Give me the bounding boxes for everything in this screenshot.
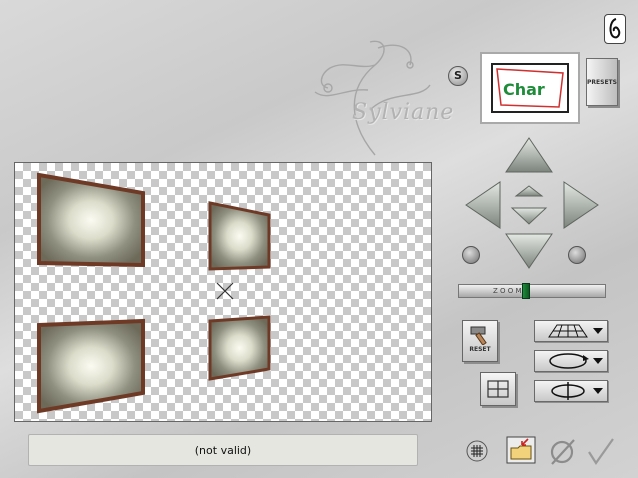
rotate-mode-button[interactable] xyxy=(534,350,608,372)
arrow-right-icon[interactable] xyxy=(560,180,600,230)
dropdown-arrow-icon xyxy=(593,358,603,364)
preview-label: Char xyxy=(503,80,545,99)
signature-text: Sylviane xyxy=(352,100,455,125)
tile-top-left xyxy=(37,172,145,268)
preset-preview: Char xyxy=(491,63,569,113)
fit-frame-button[interactable] xyxy=(480,372,516,406)
reset-button[interactable]: RESET xyxy=(462,320,498,362)
dropdown-arrow-icon xyxy=(593,328,603,334)
hammer-icon xyxy=(470,326,487,345)
perspective-mode-button[interactable] xyxy=(534,320,608,342)
preview-canvas[interactable] xyxy=(14,162,432,422)
rotate-left-dial-icon[interactable] xyxy=(462,246,480,264)
filter-dialog: Sylviane S Char PRESETS Z O O M RESET (n… xyxy=(0,0,638,478)
dropdown-arrow-icon xyxy=(593,388,603,394)
arrow-down-icon[interactable] xyxy=(504,230,554,270)
s-badge[interactable]: S xyxy=(448,66,468,86)
flip-mode-button[interactable] xyxy=(534,380,608,402)
flip-cylinder-icon xyxy=(551,382,585,400)
arrow-up-icon[interactable] xyxy=(504,136,554,176)
presets-button[interactable]: PRESETS xyxy=(586,58,618,106)
center-down-icon[interactable] xyxy=(510,206,548,226)
rotate-ellipse-icon xyxy=(549,353,587,369)
import-folder-icon[interactable] xyxy=(506,436,536,464)
cancel-icon[interactable] xyxy=(548,438,578,466)
fit-frame-icon xyxy=(487,380,509,398)
presets-label: PRESETS xyxy=(587,78,617,86)
rotate-right-dial-icon[interactable] xyxy=(568,246,586,264)
tile-top-right xyxy=(208,201,271,271)
arrow-left-icon[interactable] xyxy=(464,180,504,230)
zoom-handle[interactable] xyxy=(522,283,530,299)
center-up-icon[interactable] xyxy=(514,184,544,198)
tile-bottom-left xyxy=(37,318,145,414)
grid-icon[interactable] xyxy=(466,440,488,462)
tile-bottom-right xyxy=(208,315,271,381)
info-icon[interactable] xyxy=(604,14,626,44)
zoom-label: Z O O M xyxy=(493,287,522,295)
checkmark-icon[interactable] xyxy=(586,436,616,466)
perspective-grid-icon xyxy=(548,324,588,338)
status-bar: (not valid) xyxy=(28,434,418,466)
preset-thumbnail[interactable]: Char xyxy=(480,52,580,124)
center-cross-icon xyxy=(216,282,234,300)
decorative-swirl xyxy=(314,40,431,156)
reset-label: RESET xyxy=(469,346,491,353)
zoom-slider[interactable]: Z O O M xyxy=(458,283,606,299)
